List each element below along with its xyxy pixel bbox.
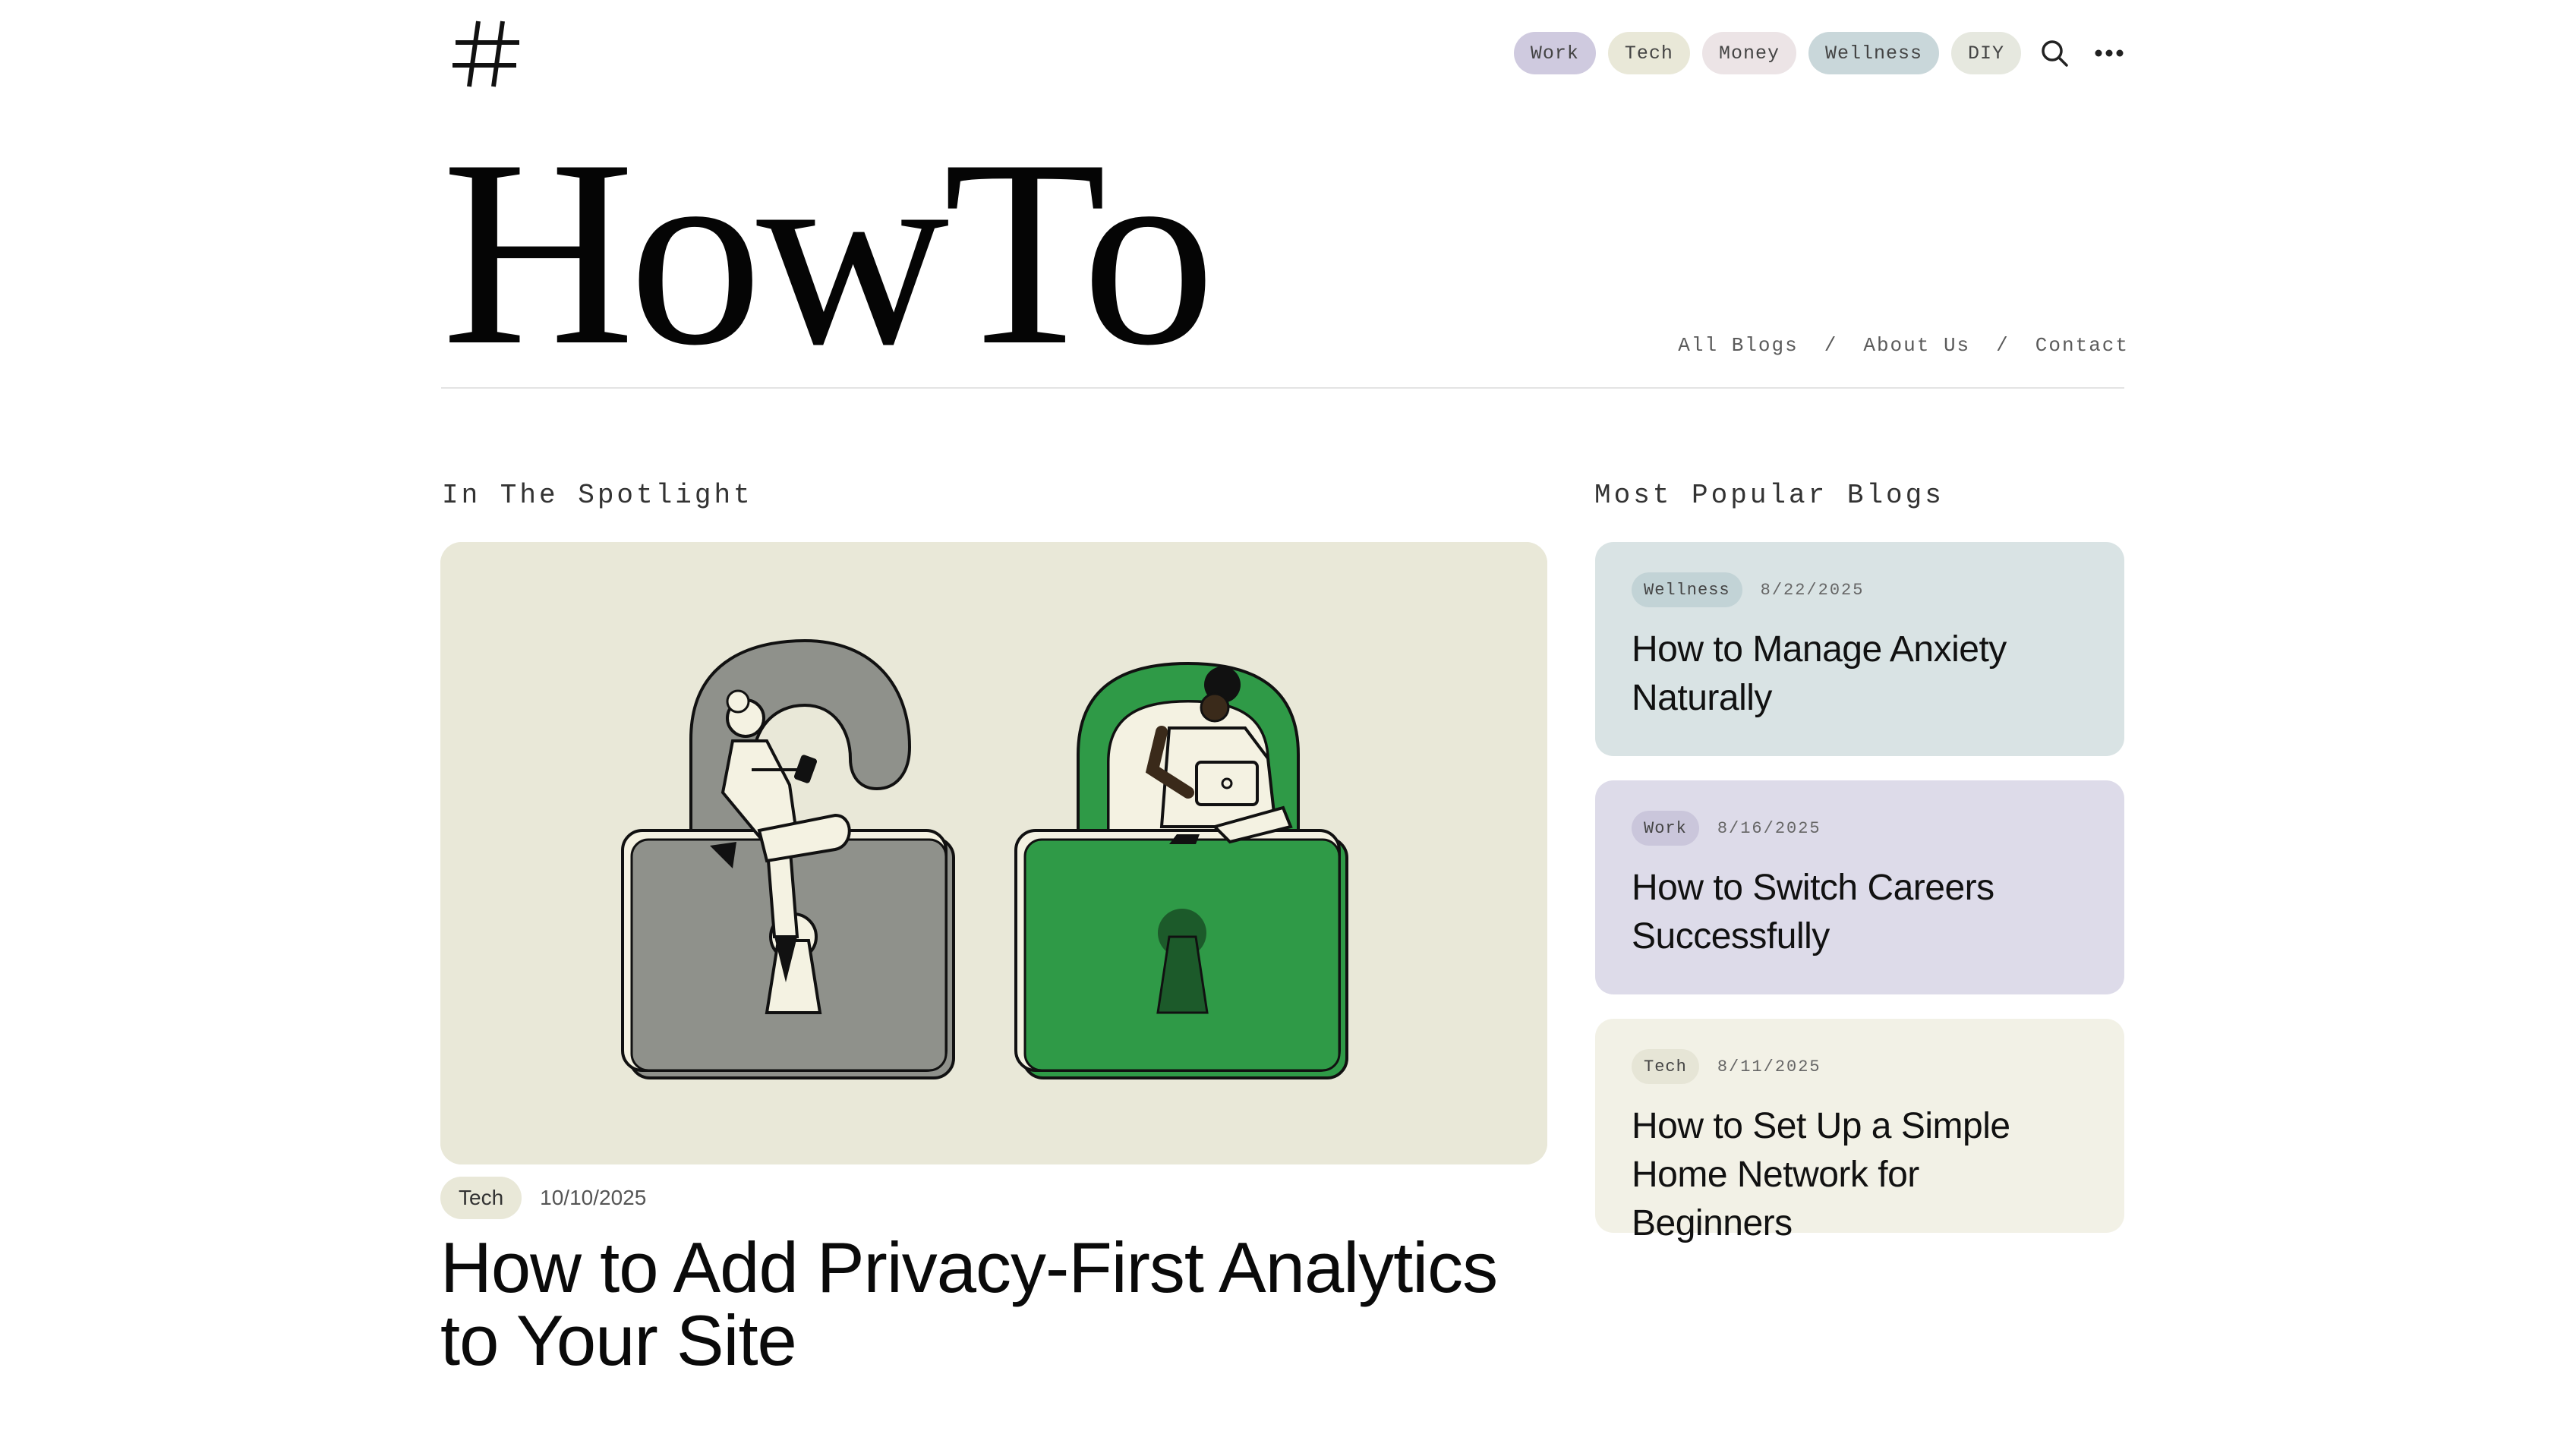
category-nav: Work Tech Money Wellness DIY: [1513, 32, 2130, 74]
spotlight-tag[interactable]: Tech: [440, 1177, 522, 1219]
card-date: 8/16/2025: [1717, 818, 1821, 838]
spotlight-date: 10/10/2025: [540, 1186, 647, 1209]
popular-card-tech[interactable]: Tech 8/11/2025 How to Set Up a Simple Ho…: [1595, 1019, 2124, 1243]
hash-logo-icon[interactable]: [449, 17, 522, 90]
card-meta: Wellness 8/22/2025: [1632, 572, 2088, 607]
page: Work Tech Money Wellness DIY HowTo All B…: [0, 0, 2551, 1456]
card-tag[interactable]: Wellness: [1632, 572, 1742, 607]
category-pill-wellness[interactable]: Wellness: [1808, 32, 1939, 74]
category-pill-work[interactable]: Work: [1513, 32, 1596, 74]
card-title[interactable]: How to Switch Careers Successfully: [1632, 864, 2088, 961]
search-icon[interactable]: [2033, 32, 2076, 74]
spotlight-image[interactable]: [440, 542, 1547, 1164]
popular-card-wellness[interactable]: Wellness 8/22/2025 How to Manage Anxiety…: [1595, 542, 2124, 756]
card-meta: Tech 8/11/2025: [1632, 1049, 2088, 1084]
nav-separator: /: [1824, 334, 1838, 357]
card-tag[interactable]: Work: [1632, 811, 1699, 846]
card-tag[interactable]: Tech: [1632, 1049, 1699, 1084]
more-horizontal-icon[interactable]: [2088, 32, 2130, 74]
category-pill-money[interactable]: Money: [1701, 32, 1796, 74]
spotlight-meta: Tech 10/10/2025: [440, 1177, 646, 1219]
card-title[interactable]: How to Set Up a Simple Home Network for …: [1632, 1102, 2088, 1248]
card-date: 8/11/2025: [1717, 1057, 1821, 1076]
nav-separator: /: [1996, 334, 2010, 357]
spotlight-title[interactable]: How to Add Privacy-First Analytics to Yo…: [440, 1231, 1564, 1377]
category-pill-diy[interactable]: DIY: [1950, 32, 2021, 74]
site-masthead: HowTo: [442, 105, 1216, 401]
nav-link-about-us[interactable]: About Us: [1863, 334, 1970, 357]
popular-section-title: Most Popular Blogs: [1594, 480, 1944, 511]
spotlight-section-title: In The Spotlight: [442, 480, 753, 511]
card-title[interactable]: How to Manage Anxiety Naturally: [1632, 626, 2088, 723]
card-meta: Work 8/16/2025: [1632, 811, 2088, 846]
secondary-nav: All Blogs / About Us / Contact: [1678, 334, 2129, 357]
header-divider: [441, 387, 2124, 389]
category-pill-tech[interactable]: Tech: [1607, 32, 1690, 74]
card-date: 8/22/2025: [1760, 580, 1865, 600]
popular-card-work[interactable]: Work 8/16/2025 How to Switch Careers Suc…: [1595, 780, 2124, 994]
nav-link-all-blogs[interactable]: All Blogs: [1678, 334, 1798, 357]
nav-link-contact[interactable]: Contact: [2035, 334, 2129, 357]
